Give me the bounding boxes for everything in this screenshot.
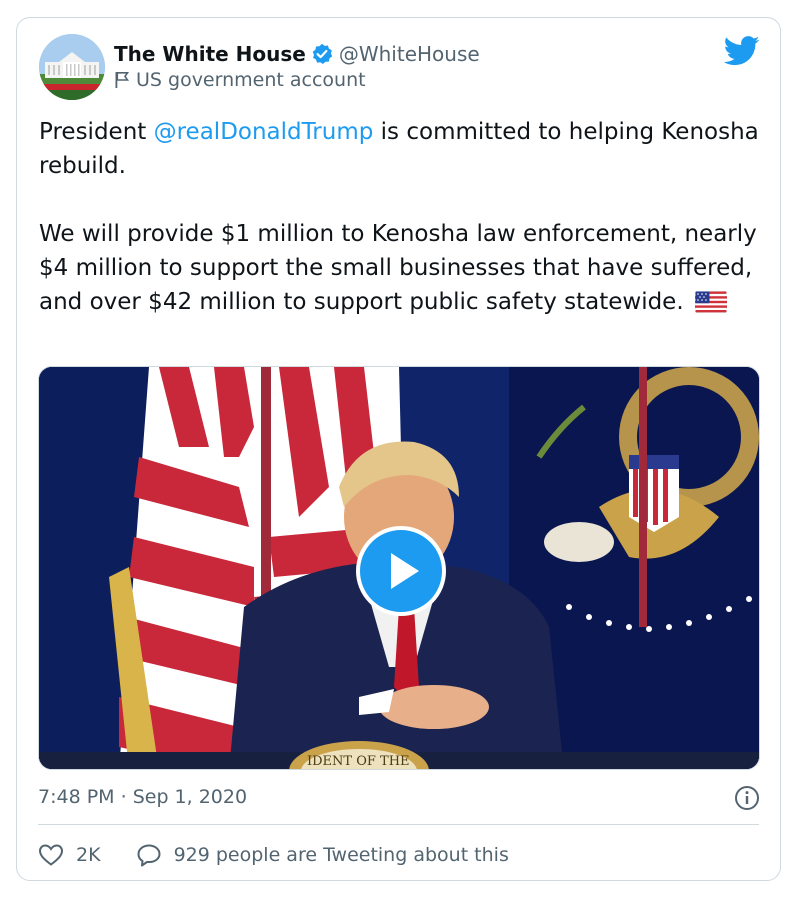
like-count: 2K xyxy=(76,844,101,866)
seal-text: IDENT OF THE xyxy=(307,754,410,769)
tweet-time[interactable]: 7:48 PM xyxy=(38,786,115,808)
divider xyxy=(38,824,759,825)
mention-link[interactable]: @realDonaldTrump xyxy=(154,119,374,145)
government-account-text: US government account xyxy=(136,69,366,91)
tweet-text-body: is committed to helping Kenosha rebuild.… xyxy=(39,119,759,315)
display-name[interactable]: The White House xyxy=(114,42,306,66)
tweet-date[interactable]: Sep 1, 2020 xyxy=(133,786,247,808)
heart-icon xyxy=(38,844,64,866)
flag-label-icon xyxy=(115,72,130,88)
info-icon[interactable] xyxy=(734,785,760,811)
tweet-text-intro: President xyxy=(39,119,154,145)
tweet-card: The White House @WhiteHouse US governmen… xyxy=(16,17,781,881)
timestamp-row[interactable]: 7:48 PM · Sep 1, 2020 xyxy=(38,782,247,812)
video-player[interactable]: IDENT OF THE xyxy=(38,366,760,770)
avatar[interactable] xyxy=(39,34,105,100)
government-label: US government account xyxy=(114,67,366,93)
play-button[interactable] xyxy=(355,525,447,617)
conversation-text: 929 people are Tweeting about this xyxy=(173,844,509,866)
meta-separator: · xyxy=(114,786,133,808)
author-row: The White House @WhiteHouse xyxy=(114,40,480,68)
action-bar: 2K 929 people are Tweeting about this xyxy=(38,839,509,871)
like-button[interactable]: 2K xyxy=(38,843,101,867)
conversation-link[interactable]: 929 people are Tweeting about this xyxy=(136,843,509,867)
us-flag-icon xyxy=(694,291,727,313)
speech-bubble-icon xyxy=(137,844,161,867)
tweet-text: President @realDonaldTrump is committed … xyxy=(39,115,769,319)
twitter-bird-icon[interactable] xyxy=(724,36,760,66)
verified-badge-icon xyxy=(312,43,333,64)
handle[interactable]: @WhiteHouse xyxy=(339,42,480,66)
